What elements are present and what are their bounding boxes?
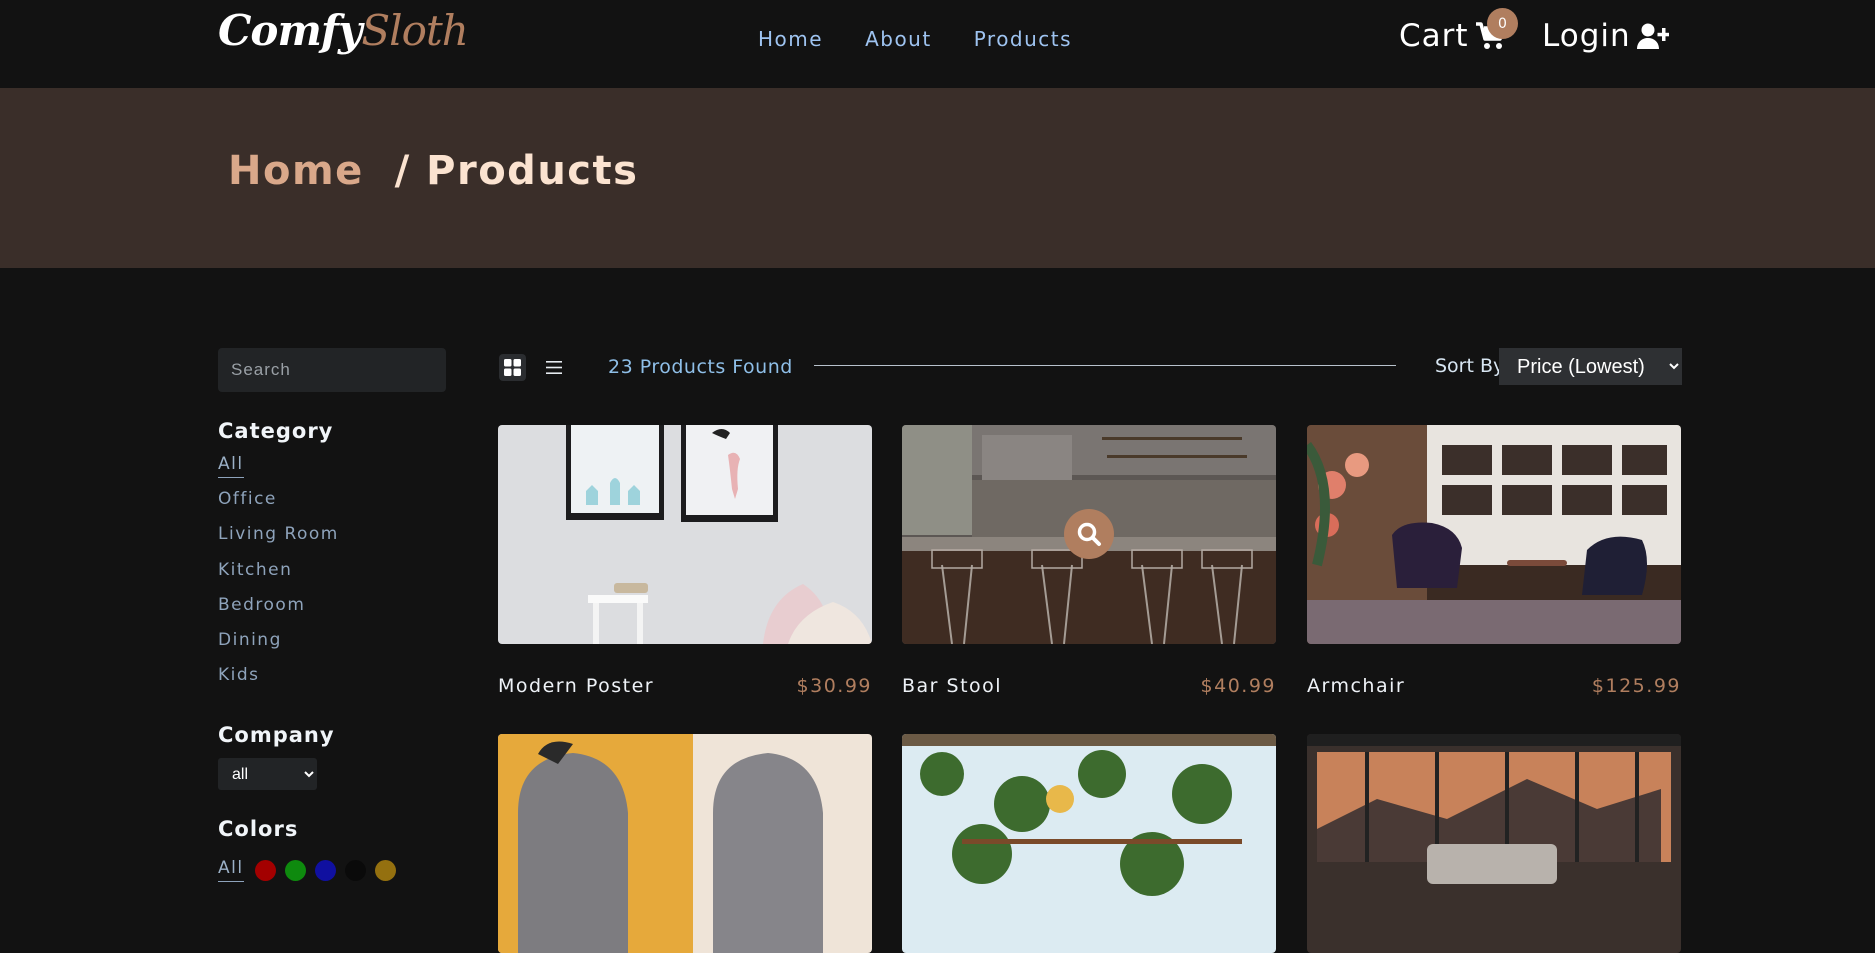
navbar: ComfySloth Home About Products Cart 0 Lo… — [0, 0, 1875, 88]
sort-label: Sort By — [1435, 355, 1505, 377]
nav-links: Home About Products — [758, 27, 1072, 51]
user-plus-icon — [1636, 23, 1669, 49]
product-image-armchair[interactable] — [1307, 425, 1681, 644]
product-name: Armchair — [1307, 675, 1406, 697]
grid-view-button[interactable] — [499, 354, 526, 381]
product-price: $40.99 — [1200, 675, 1276, 697]
color-filter: All — [218, 858, 396, 882]
search-icon — [1077, 522, 1101, 546]
products-count: 23 Products Found — [608, 356, 793, 378]
page-hero: Home / Products — [0, 88, 1875, 268]
colors-title: Colors — [218, 817, 299, 841]
logo-second: Sloth — [361, 6, 468, 55]
product-price: $125.99 — [1591, 675, 1681, 697]
product-name: Bar Stool — [902, 675, 1003, 697]
search-input[interactable] — [218, 348, 446, 392]
product-card — [902, 734, 1276, 953]
product-card — [1307, 734, 1681, 953]
product-card: Armchair $125.99 — [1307, 425, 1681, 697]
color-swatch-black[interactable] — [344, 859, 366, 881]
list-view-button[interactable] — [540, 354, 567, 381]
company-title: Company — [218, 723, 335, 747]
category-item-kitchen[interactable]: Kitchen — [218, 560, 339, 595]
list-view-icon — [545, 361, 562, 374]
grid-view-icon — [504, 359, 521, 376]
product-card: Modern Poster $30.99 — [498, 425, 872, 697]
sort-select[interactable]: Price (Lowest) — [1499, 348, 1682, 385]
product-price: $30.99 — [796, 675, 872, 697]
breadcrumb: Home / Products — [228, 148, 638, 194]
logo-first: Comfy — [218, 6, 362, 55]
product-image-bar-stool[interactable] — [902, 425, 1276, 644]
breadcrumb-current: / Products — [394, 148, 639, 194]
color-swatch-blue[interactable] — [314, 859, 336, 881]
category-item-kids[interactable]: Kids — [218, 665, 339, 700]
category-item-all[interactable]: All — [218, 454, 339, 489]
company-select[interactable]: all — [218, 758, 317, 790]
product-card: Bar Stool $40.99 — [902, 425, 1276, 697]
category-item-living-room[interactable]: Living Room — [218, 524, 339, 559]
cart-count-badge: 0 — [1487, 8, 1518, 39]
logo[interactable]: ComfySloth — [218, 6, 469, 55]
nav-link-home[interactable]: Home — [758, 27, 823, 51]
product-image[interactable] — [902, 734, 1276, 953]
category-item-office[interactable]: Office — [218, 489, 339, 524]
category-title: Category — [218, 419, 334, 443]
category-item-dining[interactable]: Dining — [218, 630, 339, 665]
nav-link-products[interactable]: Products — [974, 27, 1072, 51]
zoom-button[interactable] — [1064, 509, 1114, 559]
product-name: Modern Poster — [498, 675, 655, 697]
product-card — [498, 734, 872, 953]
category-item-bedroom[interactable]: Bedroom — [218, 595, 339, 630]
color-swatch-yellow[interactable] — [374, 859, 396, 881]
color-swatch-red[interactable] — [254, 859, 276, 881]
login-button[interactable]: Login — [1542, 18, 1669, 54]
product-image-modern-poster[interactable] — [498, 425, 872, 644]
login-label: Login — [1542, 18, 1631, 54]
color-swatch-green[interactable] — [284, 859, 306, 881]
breadcrumb-home[interactable]: Home — [228, 148, 364, 194]
color-all[interactable]: All — [218, 858, 244, 882]
product-image[interactable] — [498, 734, 872, 953]
cart-label: Cart — [1399, 18, 1469, 54]
nav-link-about[interactable]: About — [865, 27, 932, 51]
divider — [814, 365, 1396, 366]
product-image[interactable] — [1307, 734, 1681, 953]
category-list: All Office Living Room Kitchen Bedroom D… — [218, 454, 339, 700]
